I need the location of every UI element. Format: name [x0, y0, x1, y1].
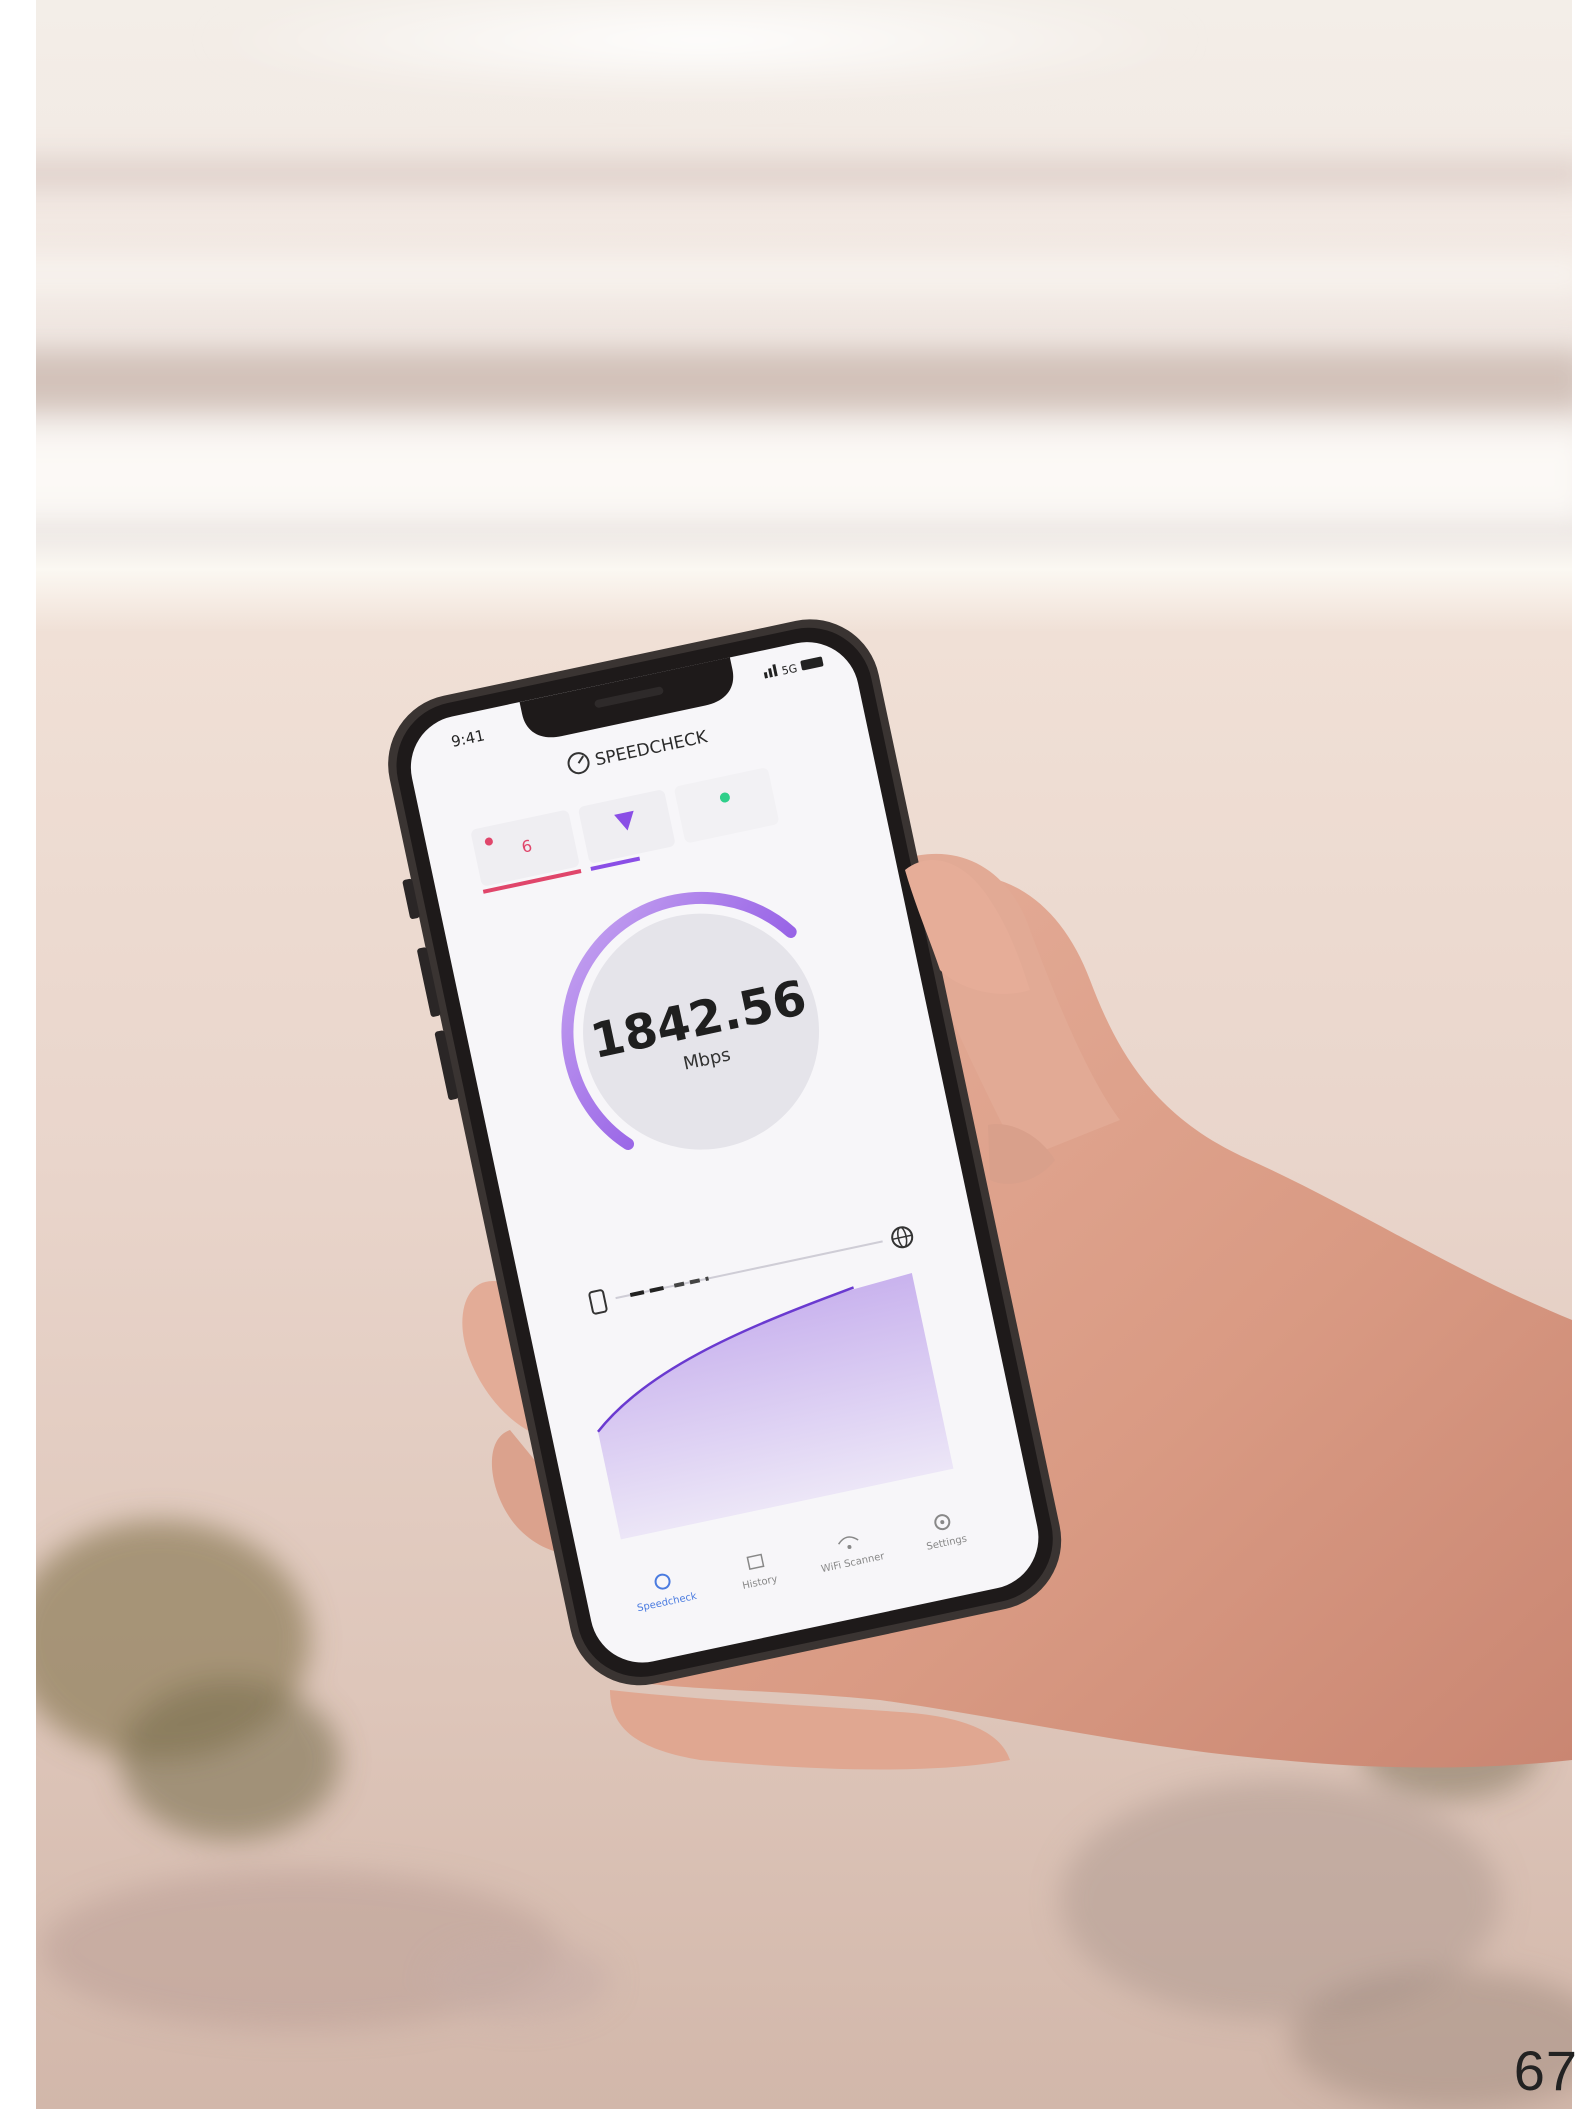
beach-photo: 9:41 5G SPEEDCHECK 6 1842.56 Mbps Speedc… — [0, 0, 1588, 2109]
page-number: 67 — [1513, 2039, 1578, 2102]
